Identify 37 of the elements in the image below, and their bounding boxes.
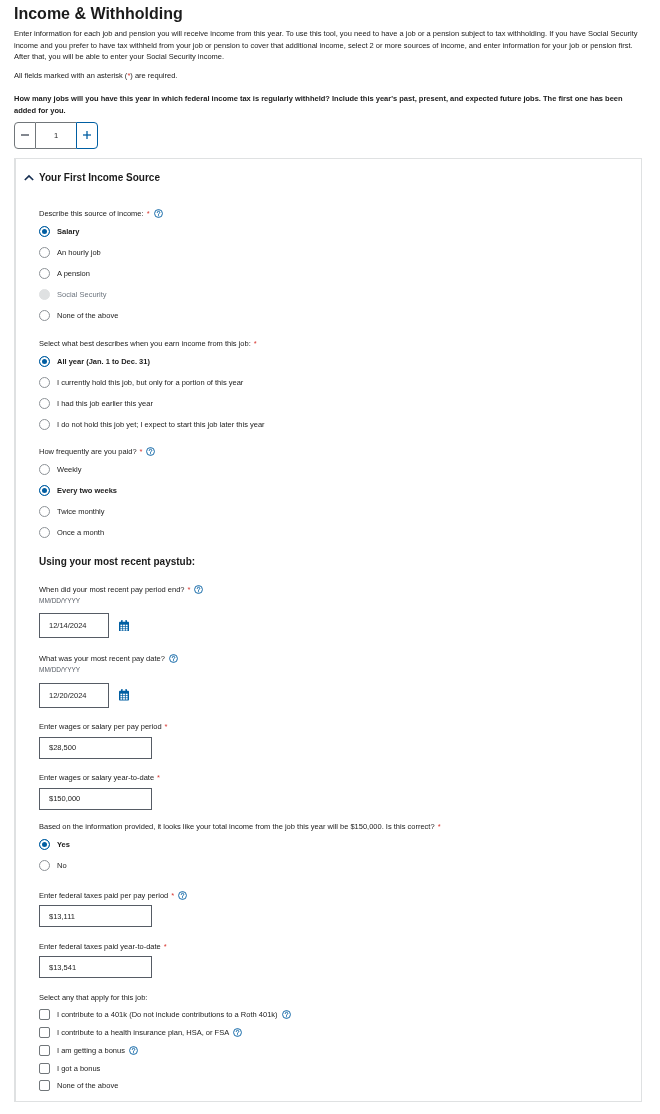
chevron-up-icon[interactable] bbox=[24, 174, 34, 181]
radio-button[interactable] bbox=[39, 506, 50, 517]
radio-button[interactable] bbox=[39, 376, 50, 388]
help-icon[interactable] bbox=[233, 1028, 243, 1038]
decrement-button[interactable] bbox=[14, 121, 36, 149]
help-icon[interactable] bbox=[178, 890, 188, 900]
checkbox[interactable] bbox=[39, 1044, 50, 1056]
radio-button[interactable] bbox=[39, 226, 50, 237]
help-icon[interactable] bbox=[153, 209, 163, 218]
checkbox[interactable] bbox=[39, 1027, 50, 1039]
radio-button[interactable] bbox=[39, 418, 50, 430]
checkbox[interactable] bbox=[39, 1009, 50, 1021]
radio-button[interactable] bbox=[39, 839, 50, 850]
radio-button[interactable] bbox=[39, 860, 50, 871]
calendar-icon[interactable] bbox=[119, 619, 129, 632]
radio-button[interactable] bbox=[39, 355, 50, 367]
radio-button[interactable] bbox=[39, 464, 50, 475]
page-title: Income & Withholding bbox=[14, 4, 184, 24]
calendar-icon[interactable] bbox=[119, 689, 129, 701]
radio-button[interactable] bbox=[39, 527, 50, 538]
radio-button[interactable] bbox=[39, 310, 50, 321]
help-icon[interactable] bbox=[194, 584, 204, 594]
minus-icon bbox=[21, 131, 29, 139]
help-icon[interactable] bbox=[146, 447, 156, 456]
help-icon[interactable] bbox=[281, 1010, 291, 1020]
plus-icon bbox=[83, 131, 91, 139]
checkbox[interactable] bbox=[39, 1080, 50, 1092]
section-heading: Using your most recent paystub: bbox=[39, 554, 197, 569]
help-icon[interactable] bbox=[128, 1045, 138, 1055]
radio-button[interactable] bbox=[39, 247, 50, 258]
radio-button[interactable] bbox=[39, 268, 50, 279]
increment-button[interactable] bbox=[76, 121, 98, 149]
radio-button[interactable] bbox=[39, 485, 50, 496]
radio-button[interactable] bbox=[39, 397, 50, 409]
accordion-header[interactable]: Your First Income Source bbox=[16, 170, 160, 185]
help-icon[interactable] bbox=[168, 654, 178, 663]
checkbox[interactable] bbox=[39, 1062, 50, 1074]
